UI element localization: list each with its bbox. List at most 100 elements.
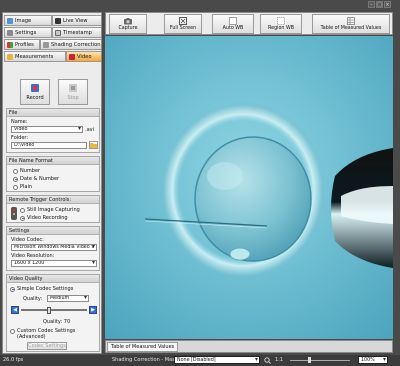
microscope-image: [105, 36, 393, 339]
remote-trigger-group: Remote Trigger Controls: Still Image Cap…: [6, 195, 100, 223]
settings-group: Settings Video Codec: Microsoft Windows …: [6, 226, 100, 271]
folder-label: Folder:: [11, 135, 29, 141]
tab-table-of-measured-values[interactable]: Table of Measured Values: [107, 342, 179, 352]
top-toolbar: Capture Full Screen Auto WB Region WB Ta…: [105, 12, 393, 35]
maximize-icon: □: [377, 2, 382, 8]
video-quality-group: Video Quality Simple Codec Settings Qual…: [6, 274, 100, 352]
radio-icon: [13, 168, 18, 174]
quality-decrease-button[interactable]: ◀: [11, 306, 19, 314]
zoom-ratio-button[interactable]: 1:1: [275, 357, 283, 363]
radio-icon: [10, 329, 15, 334]
radio-icon: [13, 184, 18, 190]
mask-dropdown[interactable]: None [Disabled]: [174, 356, 260, 364]
tab-shading-correction[interactable]: Shading Correction: [40, 39, 101, 50]
codec-label: Video Codec:: [11, 237, 44, 243]
simple-codec-option[interactable]: Simple Codec Settings: [10, 286, 73, 292]
close-icon: ×: [385, 2, 390, 8]
magnifier-icon[interactable]: [264, 357, 271, 364]
profiles-icon: [7, 41, 13, 48]
file-group-title: File: [7, 109, 99, 117]
clock-icon: [55, 29, 61, 36]
trigger-option-still[interactable]: Still Image Capturing: [20, 207, 80, 213]
video-camera-icon: [69, 53, 75, 60]
trigger-group-title: Remote Trigger Controls:: [7, 196, 99, 204]
fullscreen-icon: [179, 17, 187, 25]
browse-folder-button[interactable]: [89, 141, 98, 149]
record-icon: [31, 84, 39, 92]
quality-value-text: Quality: 70: [43, 319, 71, 325]
quality-group-title: Video Quality: [7, 275, 99, 283]
radio-selected-icon: [10, 286, 15, 292]
stop-icon: [69, 84, 77, 92]
radio-icon: [20, 207, 25, 213]
radio-selected-icon: [13, 176, 18, 182]
name-label: Name:: [11, 119, 28, 125]
tab-live-view[interactable]: Live View: [52, 15, 101, 26]
eye-icon: [55, 17, 61, 24]
zoom-dropdown[interactable]: 100%: [358, 356, 388, 364]
tab-row-4: Measurements Video: [4, 51, 101, 62]
table-of-measured-values-button[interactable]: Table of Measured Values: [312, 14, 390, 34]
quality-increase-button[interactable]: ▶: [89, 306, 97, 314]
tab-row-3: Profiles Shading Correction: [4, 39, 101, 50]
name-dropdown[interactable]: Video: [11, 126, 83, 133]
live-view-image[interactable]: [105, 36, 393, 339]
tab-image[interactable]: Image: [4, 15, 52, 26]
radio-selected-icon: [20, 215, 25, 221]
minimize-button[interactable]: –: [368, 1, 375, 8]
white-balance-icon: [229, 17, 237, 25]
codec-settings-button[interactable]: Codec Settings: [27, 342, 67, 350]
resolution-dropdown[interactable]: 1600 x 1200: [11, 260, 97, 267]
ruler-icon: [7, 53, 13, 60]
full-screen-button[interactable]: Full Screen: [164, 14, 202, 34]
trigger-option-video[interactable]: Video Recording: [20, 215, 68, 221]
left-panel: Image Live View Settings Timestamp Profi…: [2, 12, 102, 354]
file-group: File Name: Video .avi Folder: D:\Video: [6, 108, 100, 153]
quality-slider-thumb[interactable]: [47, 307, 52, 314]
format-option-number[interactable]: Number: [13, 168, 40, 174]
file-name-format-group: File Name Format Number Date & Number Pl…: [6, 156, 100, 192]
tab-video[interactable]: Video: [66, 51, 101, 62]
format-group-title: File Name Format: [7, 157, 99, 165]
tab-row-1: Image Live View: [4, 15, 101, 26]
remote-control-icon: [11, 207, 17, 220]
image-icon: [7, 17, 13, 24]
resolution-label: Video Resolution:: [11, 253, 55, 259]
tab-profiles[interactable]: Profiles: [4, 39, 40, 50]
tab-measurements[interactable]: Measurements: [4, 51, 66, 62]
shading-icon: [43, 41, 49, 48]
fps-readout: 26.0 fps: [3, 357, 24, 363]
close-button[interactable]: ×: [384, 1, 391, 8]
gear-icon: [7, 29, 13, 36]
tab-timestamp[interactable]: Timestamp: [52, 27, 101, 38]
format-option-date-number[interactable]: Date & Number: [13, 176, 59, 182]
quality-label: Quality:: [23, 296, 43, 302]
quality-dropdown[interactable]: Medium: [47, 295, 89, 302]
shading-mask-label: Shading Correction - Mask:: [112, 357, 180, 363]
camera-icon: [124, 18, 132, 25]
record-controls: Record Stop: [6, 77, 100, 107]
settings-group-title: Settings: [7, 227, 99, 235]
region-wb-button[interactable]: Region WB: [260, 14, 302, 34]
codec-dropdown[interactable]: Microsoft Windows Media Video 9: [11, 244, 97, 251]
bottom-panel: Table of Measured Values: [105, 340, 393, 353]
custom-codec-option[interactable]: Custom Codec Settings (Advanced): [10, 328, 87, 340]
extension-label: .avi: [85, 127, 95, 133]
zoom-slider-thumb[interactable]: [308, 357, 311, 363]
stop-button[interactable]: Stop: [58, 79, 88, 105]
arrow-right-icon: ▶: [91, 307, 95, 313]
quality-slider-track[interactable]: [21, 307, 87, 314]
status-bar: 26.0 fps Shading Correction - Mask: None…: [0, 355, 400, 366]
table-icon: [347, 17, 355, 25]
tab-settings[interactable]: Settings: [4, 27, 52, 38]
capture-button[interactable]: Capture: [109, 14, 147, 34]
auto-wb-button[interactable]: Auto WB: [212, 14, 254, 34]
format-option-plain[interactable]: Plain: [13, 184, 32, 190]
tab-row-2: Settings Timestamp: [4, 27, 101, 38]
region-white-balance-icon: [277, 17, 285, 25]
zoom-slider[interactable]: [290, 357, 350, 363]
record-button[interactable]: Record: [20, 79, 50, 105]
maximize-button[interactable]: □: [376, 1, 383, 8]
folder-icon: [90, 143, 97, 148]
folder-field[interactable]: D:\Video: [11, 142, 87, 149]
